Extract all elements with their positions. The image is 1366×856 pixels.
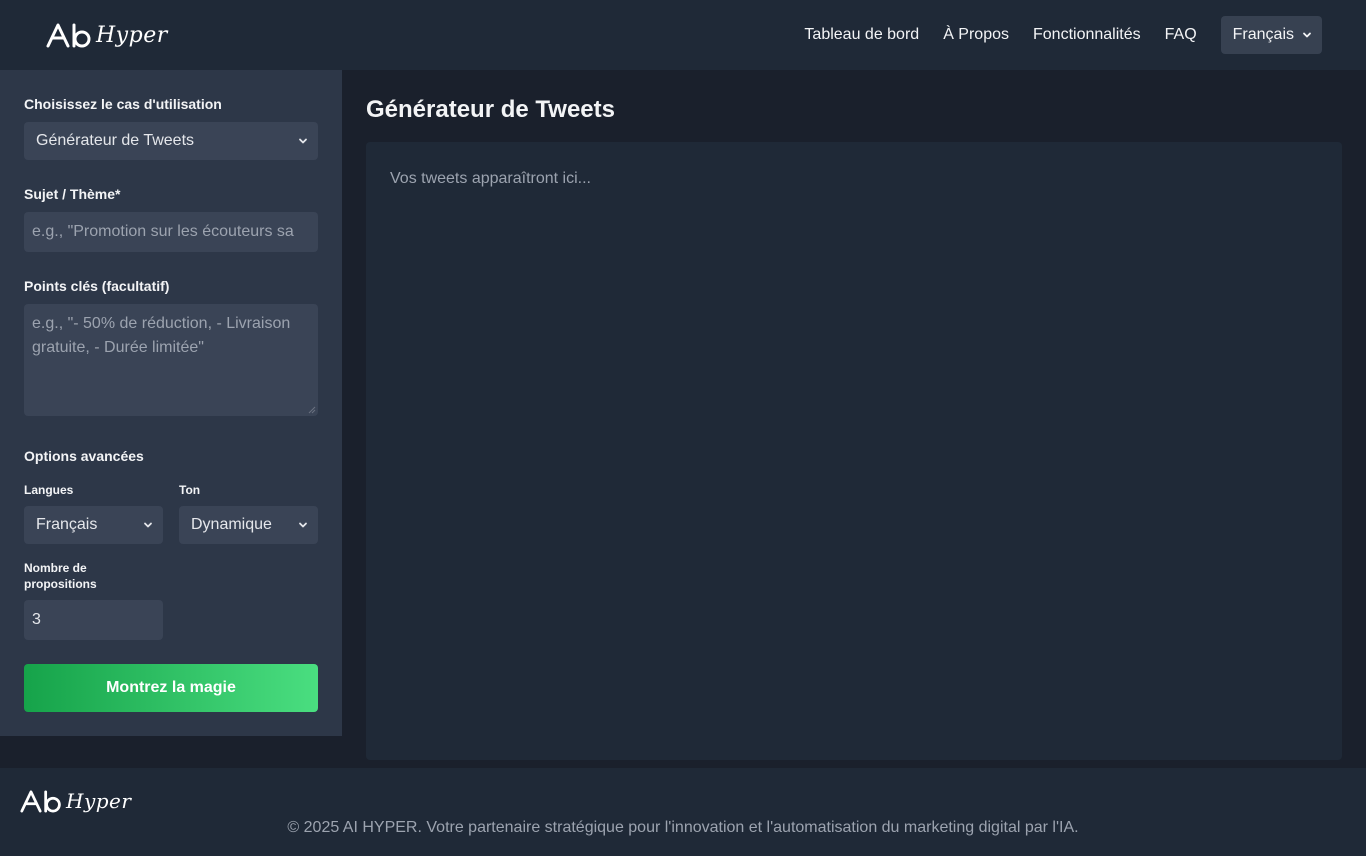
- usecase-label: Choisissez le cas d'utilisation: [24, 96, 222, 112]
- languages-label: Langues: [24, 483, 74, 497]
- tone-select[interactable]: Dynamique: [179, 506, 318, 544]
- chevron-down-icon: [299, 138, 307, 144]
- top-header: Hyper Tableau de bord À Propos Fonctionn…: [0, 0, 1366, 70]
- main-nav: Tableau de bord À Propos Fonctionnalités…: [804, 16, 1322, 54]
- keypoints-placeholder: e.g., "- 50% de réduction, - Livraison g…: [32, 315, 291, 356]
- brand-logo[interactable]: Hyper: [46, 20, 168, 50]
- tone-label: Ton: [179, 483, 201, 497]
- ai-logo-icon: [46, 23, 91, 48]
- nav-features[interactable]: Fonctionnalités: [1033, 26, 1141, 44]
- tone-value: Dynamique: [191, 516, 272, 533]
- sidebar-form: Choisissez le cas d'utilisation Générate…: [0, 70, 342, 736]
- logo-text: Hyper: [96, 22, 168, 48]
- nav-about[interactable]: À Propos: [943, 26, 1009, 44]
- footer-logo[interactable]: Hyper: [20, 786, 131, 816]
- nav-dashboard[interactable]: Tableau de bord: [804, 26, 919, 44]
- language-value: Français: [1232, 26, 1294, 43]
- chevron-down-icon: [299, 522, 307, 528]
- footer: Hyper © 2025 AI HYPER. Votre partenaire …: [0, 768, 1366, 856]
- chevron-down-icon: [1303, 32, 1311, 38]
- subject-label: Sujet / Thème*: [24, 186, 121, 202]
- tweets-output-panel: Vos tweets apparaîtront ici...: [366, 142, 1342, 760]
- usecase-value: Générateur de Tweets: [36, 132, 195, 149]
- keypoints-label: Points clés (facultatif): [24, 278, 170, 294]
- count-label: Nombre de propositions: [24, 561, 97, 591]
- advanced-options-label: Options avancées: [24, 448, 144, 464]
- output-placeholder: Vos tweets apparaîtront ici...: [390, 170, 591, 187]
- languages-select[interactable]: Français: [24, 506, 163, 544]
- resize-handle-icon[interactable]: [308, 406, 316, 414]
- count-input[interactable]: 3: [24, 600, 163, 640]
- footer-logo-text: Hyper: [66, 789, 132, 813]
- subject-input[interactable]: e.g., "Promotion sur les écouteurs sa: [24, 212, 318, 252]
- count-value: 3: [32, 611, 41, 628]
- copyright-text: © 2025 AI HYPER. Votre partenaire straté…: [287, 819, 1079, 836]
- submit-magic-button[interactable]: Montrez la magie: [24, 664, 318, 712]
- language-select[interactable]: Français: [1220, 16, 1322, 54]
- usecase-select[interactable]: Générateur de Tweets: [24, 122, 318, 160]
- subject-placeholder: e.g., "Promotion sur les écouteurs sa: [32, 223, 294, 240]
- keypoints-textarea[interactable]: e.g., "- 50% de réduction, - Livraison g…: [24, 304, 318, 416]
- nav-faq[interactable]: FAQ: [1165, 26, 1197, 44]
- chevron-down-icon: [144, 522, 152, 528]
- ai-logo-icon: [20, 790, 61, 813]
- page-title: Générateur de Tweets: [366, 96, 615, 123]
- languages-value: Français: [36, 516, 98, 533]
